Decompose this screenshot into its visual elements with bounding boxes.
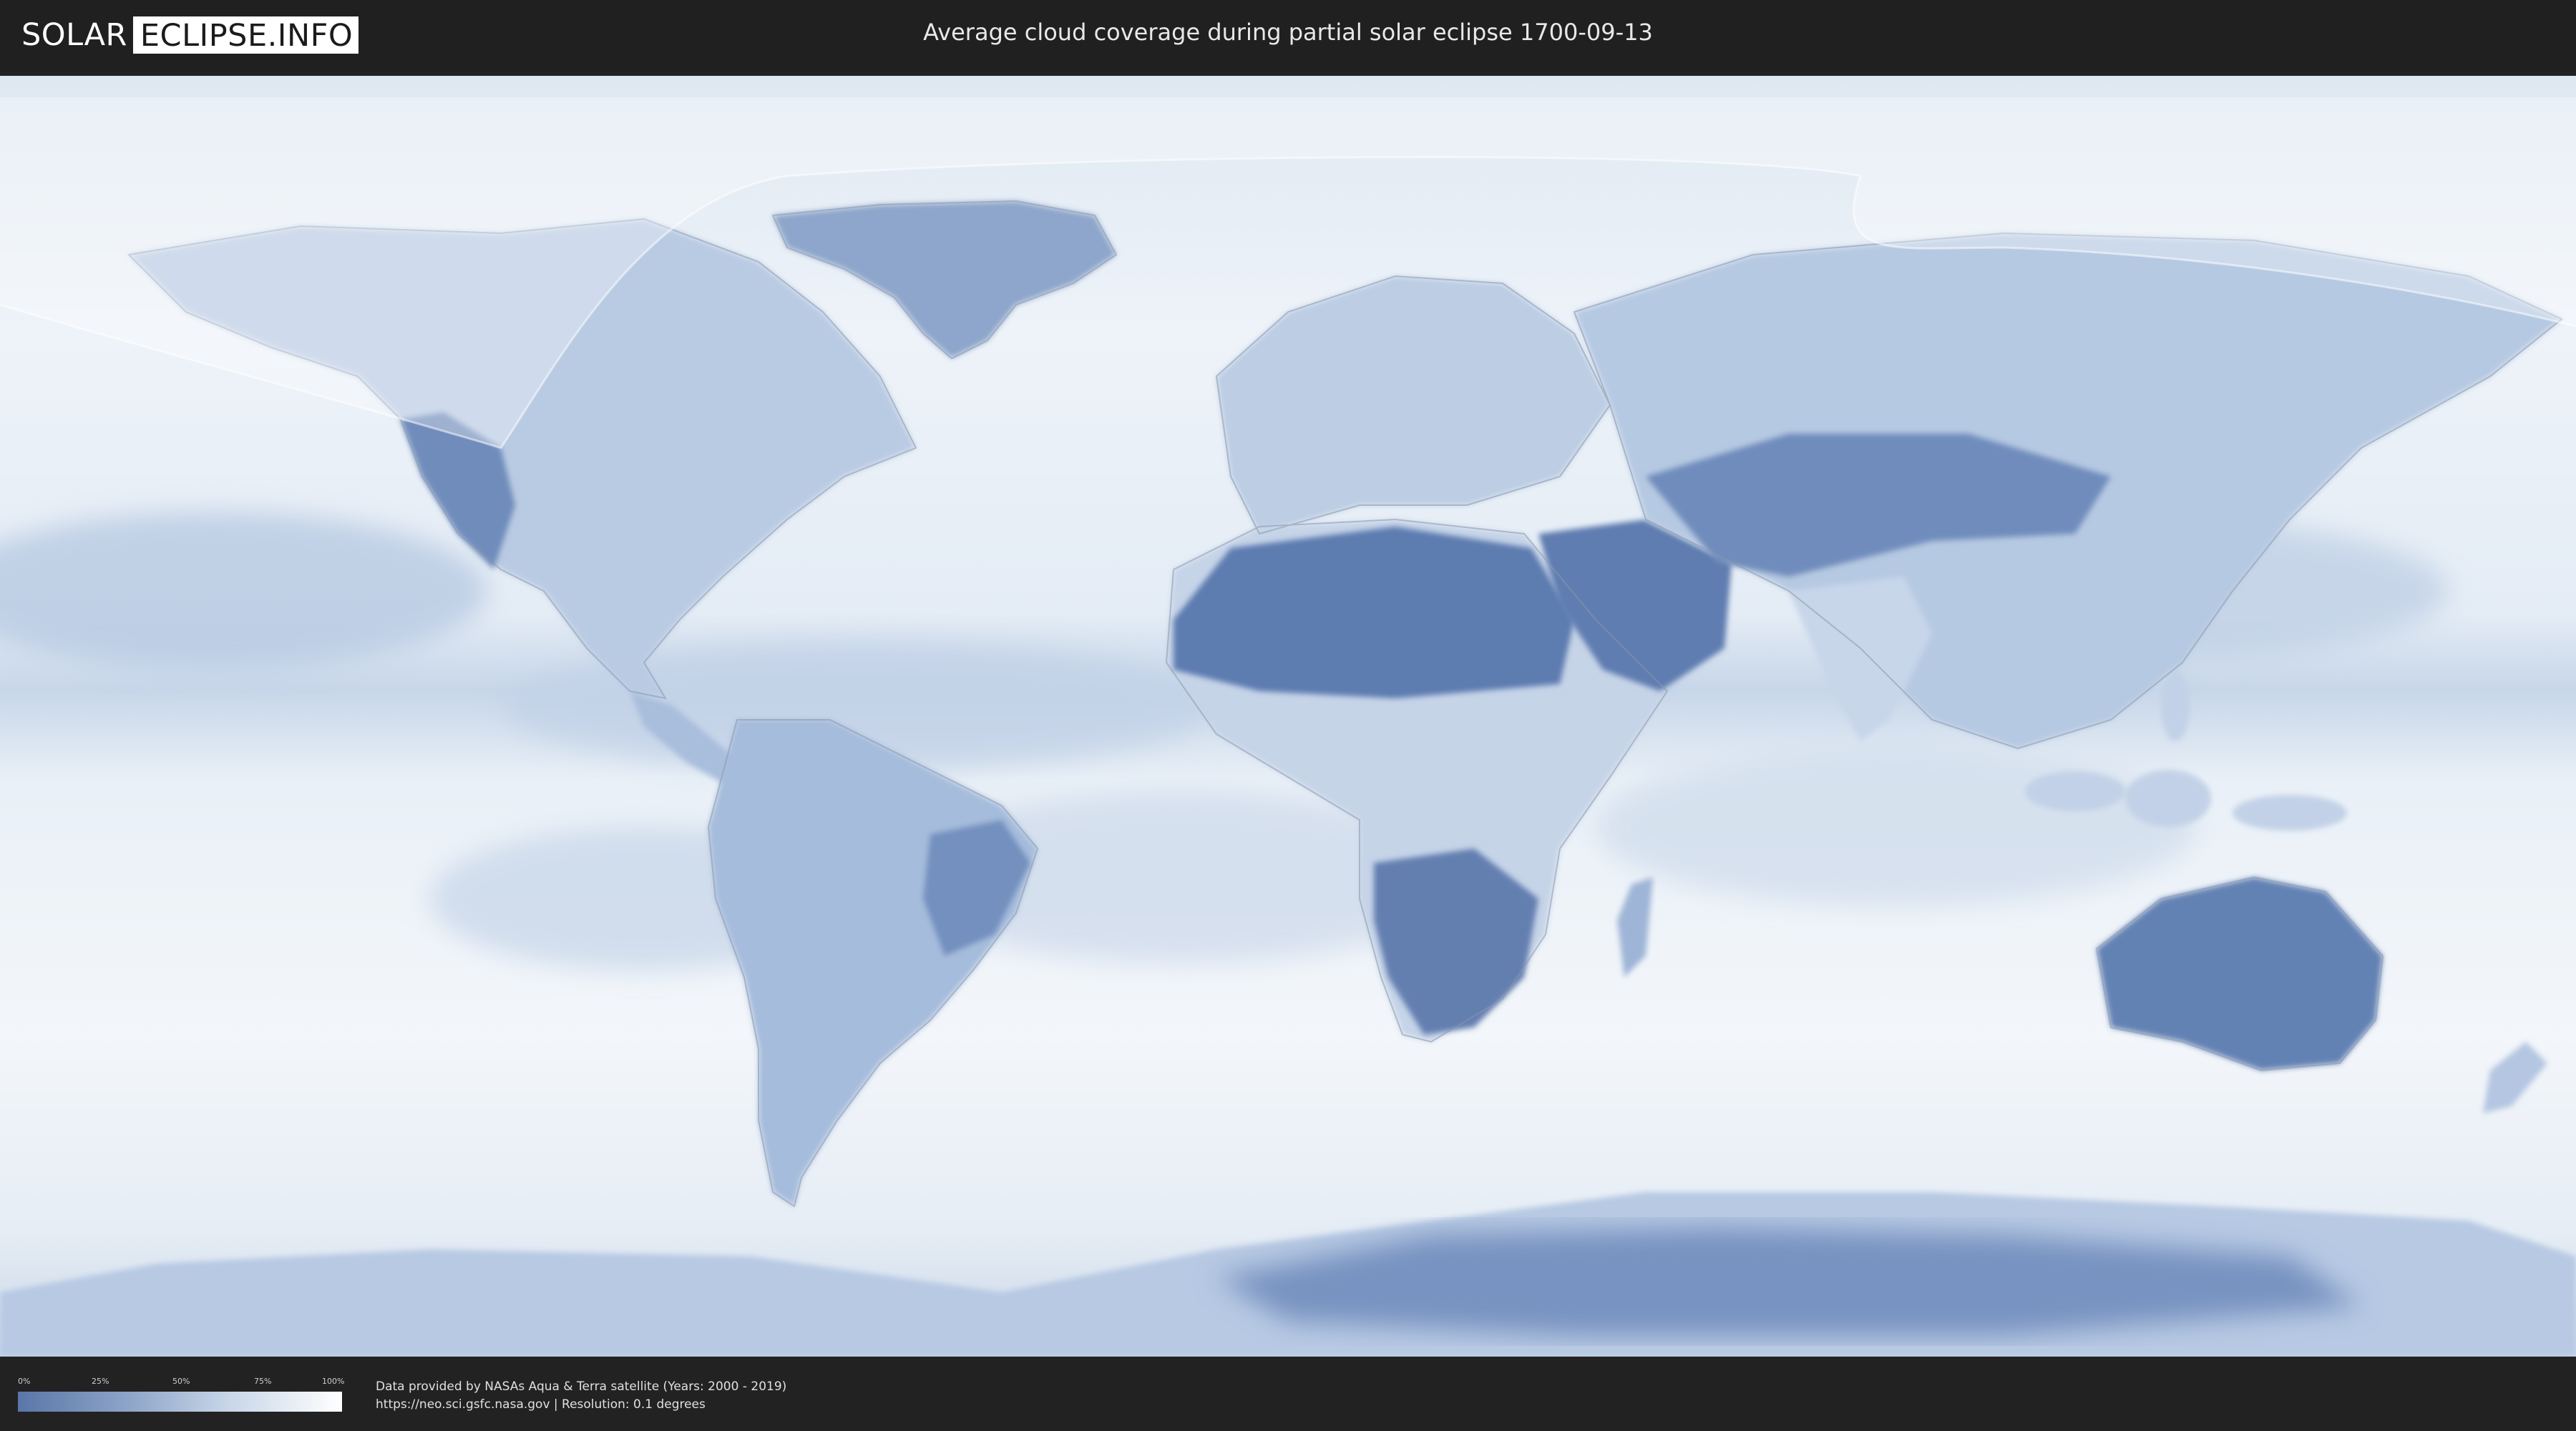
credit-source: Data provided by NASAs Aqua & Terra sate… xyxy=(376,1379,787,1394)
legend-tick-0: 0% xyxy=(18,1377,31,1386)
credit-link[interactable]: https://neo.sci.gsfc.nasa.gov | Resoluti… xyxy=(376,1396,786,1414)
page-title: Average cloud coverage during partial so… xyxy=(923,19,1653,46)
sahara-clear-sky xyxy=(1174,527,1574,698)
legend-tick-75: 75% xyxy=(254,1377,272,1386)
cloud-coverage-map xyxy=(0,76,2576,1357)
header-bar: SOLAR ECLIPSE.INFO Average cloud coverag… xyxy=(0,0,2576,72)
cloud-coverage-legend-bar xyxy=(18,1392,342,1412)
legend-tick-25: 25% xyxy=(92,1377,109,1386)
data-credits: Data provided by NASAs Aqua & Terra sate… xyxy=(376,1378,786,1414)
legend-tick-50: 50% xyxy=(172,1377,190,1386)
world-map-svg xyxy=(0,76,2576,1357)
legend-tick-100: 100% xyxy=(322,1377,345,1386)
